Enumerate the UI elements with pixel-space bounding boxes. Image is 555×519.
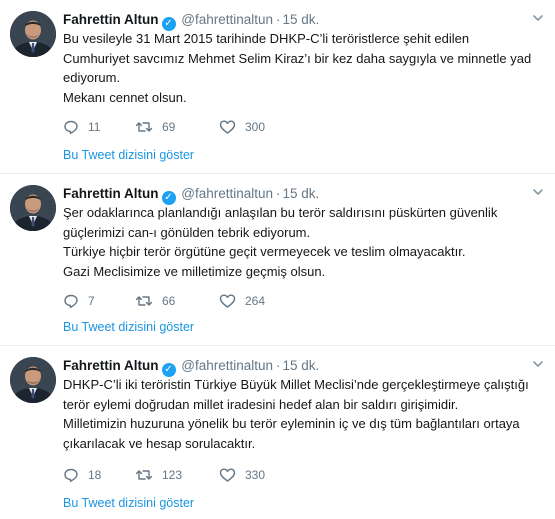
tweet-text-line: ediyorum. (63, 70, 121, 85)
tweet-text-line: Türkiye hiçbir terör örgütüne geçit verm… (63, 244, 466, 259)
show-thread-link[interactable]: Bu Tweet dizisini göster (63, 496, 194, 510)
reply-count: 18 (88, 468, 102, 482)
like-count: 300 (245, 120, 266, 134)
tweet[interactable]: Fahrettin Altun ✓ @fahrettinaltun · 15 dk. … (0, 0, 555, 174)
separator-dot: · (276, 186, 281, 201)
tweet-timeline: Fahrettin Altun ✓ @fahrettinaltun · 15 dk. … (0, 0, 555, 519)
reply-button[interactable]: 18 (63, 466, 101, 484)
show-thread-link[interactable]: Bu Tweet dizisini göster (63, 320, 194, 334)
tweet-header: Fahrettin Altun ✓ @fahrettinaltun · 15 dk. (63, 357, 545, 377)
tweet-text-line: terör eylemi doğrudan millet iradesini h… (63, 396, 459, 412)
reply-count: 11 (88, 120, 101, 134)
heart-icon (219, 120, 236, 134)
avatar[interactable] (10, 357, 56, 403)
show-thread-link[interactable]: Bu Tweet dizisini göster (63, 148, 194, 162)
retweet-count: 69 (162, 120, 176, 134)
separator-dot: · (276, 358, 281, 373)
chevron-down-icon[interactable] (531, 185, 545, 199)
avatar[interactable] (10, 11, 56, 57)
retweet-button[interactable]: 123 (135, 466, 182, 484)
reply-icon (64, 120, 78, 135)
author-name[interactable]: Fahrettin Altun (63, 12, 159, 27)
like-button[interactable]: 300 (219, 118, 265, 136)
tweet-text-line: Cumhuriyet savcımız Mehmet Selim Kiraz’ı… (63, 50, 532, 66)
like-button[interactable]: 264 (219, 292, 265, 310)
separator-dot: · (276, 12, 281, 27)
tweet-text: Şer odaklarınca planlandığı anlaşılan bu… (63, 203, 547, 281)
reply-icon (64, 294, 78, 309)
author-name[interactable]: Fahrettin Altun (63, 186, 159, 201)
tweet[interactable]: Fahrettin Altun ✓ @fahrettinaltun · 15 dk. … (0, 174, 555, 346)
tweet-text-line: güçlerimizi can-ı gönülden tebrik ediyor… (63, 224, 311, 240)
tweet-header: Fahrettin Altun ✓ @fahrettinaltun · 15 dk. (63, 185, 545, 205)
retweet-count: 123 (162, 468, 183, 482)
avatar[interactable] (10, 185, 56, 231)
retweet-icon (135, 122, 153, 132)
tweet-text-line: çıkarılacak ve hesap sorulacaktır. (63, 435, 256, 451)
heart-icon (219, 294, 236, 308)
retweet-button[interactable]: 66 (135, 292, 175, 310)
tweet-text-line: Mekanı cennet olsun. (63, 89, 187, 105)
reply-button[interactable]: 7 (63, 292, 95, 310)
retweet-count: 66 (162, 294, 176, 308)
reply-count: 7 (88, 294, 95, 308)
tweet-text: Bu vesileyle 31 Mart 2015 tarihinde DHKP… (63, 29, 547, 107)
tweet-text-line: Şer odaklarınca planlandığı anlaşılan bu… (63, 205, 498, 220)
reply-icon (64, 468, 78, 483)
author-handle[interactable]: @fahrettinaltun (181, 12, 273, 27)
chevron-down-icon[interactable] (531, 357, 545, 371)
tweet-text-line: Milletimizin huzuruna yönelik bu terör e… (63, 416, 520, 431)
timestamp[interactable]: 15 dk. (283, 12, 320, 27)
timestamp[interactable]: 15 dk. (283, 186, 320, 201)
author-handle[interactable]: @fahrettinaltun (181, 358, 273, 373)
tweet-text-line: Bu vesileyle 31 Mart 2015 tarihinde DHKP… (63, 31, 470, 46)
tweet-text-line: DHKP-C’li iki teröristin Türkiye Büyük M… (63, 377, 529, 392)
timestamp[interactable]: 15 dk. (283, 358, 320, 373)
tweet-text: DHKP-C’li iki teröristin Türkiye Büyük M… (63, 375, 547, 453)
heart-icon (219, 468, 236, 482)
author-name[interactable]: Fahrettin Altun (63, 358, 159, 373)
tweet-header: Fahrettin Altun ✓ @fahrettinaltun · 15 dk. (63, 11, 545, 31)
reply-button[interactable]: 11 (63, 118, 100, 136)
author-handle[interactable]: @fahrettinaltun (181, 186, 273, 201)
like-button[interactable]: 330 (219, 466, 265, 484)
tweet-text-line: Gazi Meclisimize ve milletimize geçmiş o… (63, 263, 326, 279)
like-count: 330 (245, 468, 266, 482)
retweet-button[interactable]: 69 (135, 118, 175, 136)
like-count: 264 (245, 294, 266, 308)
chevron-down-icon[interactable] (531, 11, 545, 25)
retweet-icon (135, 296, 153, 306)
tweet[interactable]: Fahrettin Altun ✓ @fahrettinaltun · 15 dk. … (0, 346, 555, 519)
retweet-icon (135, 470, 153, 480)
